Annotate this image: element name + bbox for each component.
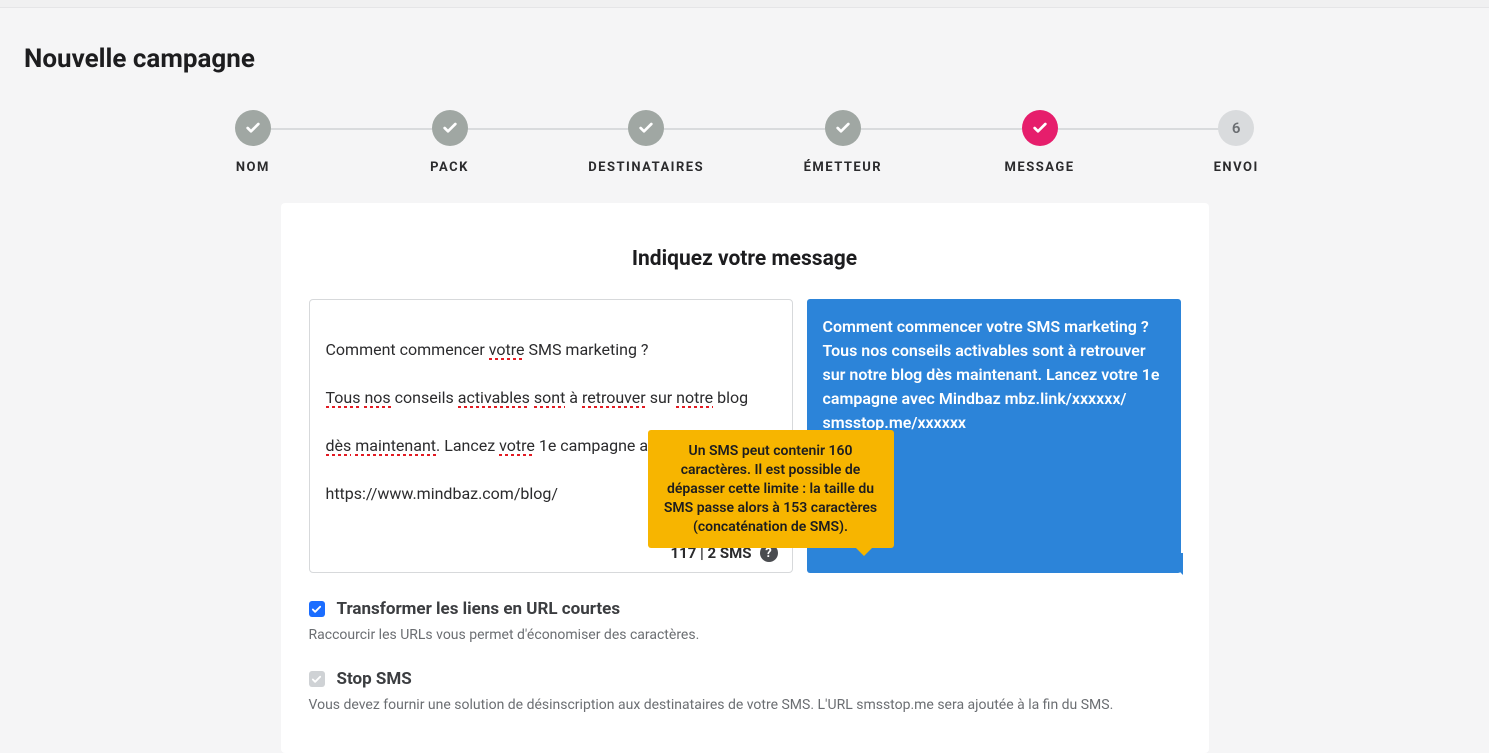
- checkbox-stop-sms: [309, 671, 325, 687]
- step-circle-done: [825, 110, 861, 146]
- t: . Lancez: [436, 436, 499, 455]
- spellcheck-underline: notre: [676, 388, 713, 407]
- t: blog: [713, 388, 748, 407]
- check-icon: [1032, 120, 1048, 136]
- option-short-url-help: Raccourcir les URLs vous permet d'économ…: [309, 627, 1181, 643]
- option-stop-sms: Stop SMS Vous devez fournir une solution…: [309, 669, 1181, 713]
- step-pack[interactable]: PACK: [351, 110, 548, 175]
- option-short-url-row[interactable]: Transformer les liens en URL courtes: [309, 599, 1181, 619]
- t: Comment commencer: [326, 340, 489, 359]
- check-icon: [311, 604, 322, 615]
- message-editor[interactable]: Comment commencer votre SMS marketing ? …: [309, 299, 793, 573]
- step-label: MESSAGE: [1005, 160, 1075, 175]
- wizard-stepper: NOM PACK DESTINATAIRES ÉMETTEUR MESSAGE: [155, 110, 1335, 175]
- top-bar: [0, 0, 1489, 8]
- option-short-url-label: Transformer les liens en URL courtes: [337, 599, 621, 619]
- card-heading: Indiquez votre message: [309, 247, 1181, 271]
- step-emetteur[interactable]: ÉMETTEUR: [745, 110, 942, 175]
- step-circle-active: [1022, 110, 1058, 146]
- message-card: Indiquez votre message Comment commencer…: [281, 203, 1209, 753]
- t: https://www.mindbaz.com/blog/: [326, 484, 559, 503]
- option-stop-sms-help: Vous devez fournir une solution de désin…: [309, 697, 1181, 713]
- page-content: Nouvelle campagne NOM PACK DESTINATAIRES: [0, 8, 1489, 753]
- step-circle-done: [432, 110, 468, 146]
- t: SMS marketing ?: [525, 340, 649, 359]
- checkbox-short-url[interactable]: [309, 601, 325, 617]
- spellcheck-underline: activables: [458, 388, 530, 407]
- check-icon: [835, 120, 851, 136]
- spellcheck-underline: votre: [499, 436, 535, 455]
- step-circle-done: [235, 110, 271, 146]
- step-message[interactable]: MESSAGE: [941, 110, 1138, 175]
- spellcheck-underline: retrouver: [582, 388, 646, 407]
- spellcheck-underline: Tous: [326, 388, 361, 407]
- step-nom[interactable]: NOM: [155, 110, 352, 175]
- t: sur: [646, 388, 676, 407]
- step-circle-done: [628, 110, 664, 146]
- spellcheck-underline: sont: [534, 388, 565, 407]
- step-connector: [253, 128, 1236, 130]
- step-destinataires[interactable]: DESTINATAIRES: [548, 110, 745, 175]
- page-title: Nouvelle campagne: [24, 44, 1465, 74]
- step-label: DESTINATAIRES: [588, 160, 704, 175]
- step-label: PACK: [430, 160, 469, 175]
- step-label: NOM: [236, 160, 270, 175]
- sms-length-tooltip: Un SMS peut contenir 160 caractères. Il …: [648, 430, 894, 548]
- step-envoi[interactable]: 6 ENVOI: [1138, 110, 1335, 175]
- check-icon: [638, 120, 654, 136]
- step-circle-future: 6: [1218, 110, 1254, 146]
- editor-row: Comment commencer votre SMS marketing ? …: [309, 299, 1181, 573]
- t: à: [565, 388, 582, 407]
- check-icon: [311, 674, 322, 685]
- option-stop-sms-row: Stop SMS: [309, 669, 1181, 689]
- t: conseils: [391, 388, 458, 407]
- step-label: ÉMETTEUR: [804, 160, 883, 175]
- check-icon: [442, 120, 458, 136]
- spellcheck-underline: dès: [326, 436, 352, 455]
- check-icon: [245, 120, 261, 136]
- sms-preview-text: Comment commencer votre SMS marketing ? …: [823, 315, 1165, 435]
- spellcheck-underline: maintenant: [355, 436, 436, 455]
- option-short-url: Transformer les liens en URL courtes Rac…: [309, 599, 1181, 643]
- spellcheck-underline: votre: [489, 340, 525, 359]
- option-stop-sms-label: Stop SMS: [337, 669, 412, 689]
- spellcheck-underline: nos: [364, 388, 390, 407]
- step-label: ENVOI: [1214, 160, 1259, 175]
